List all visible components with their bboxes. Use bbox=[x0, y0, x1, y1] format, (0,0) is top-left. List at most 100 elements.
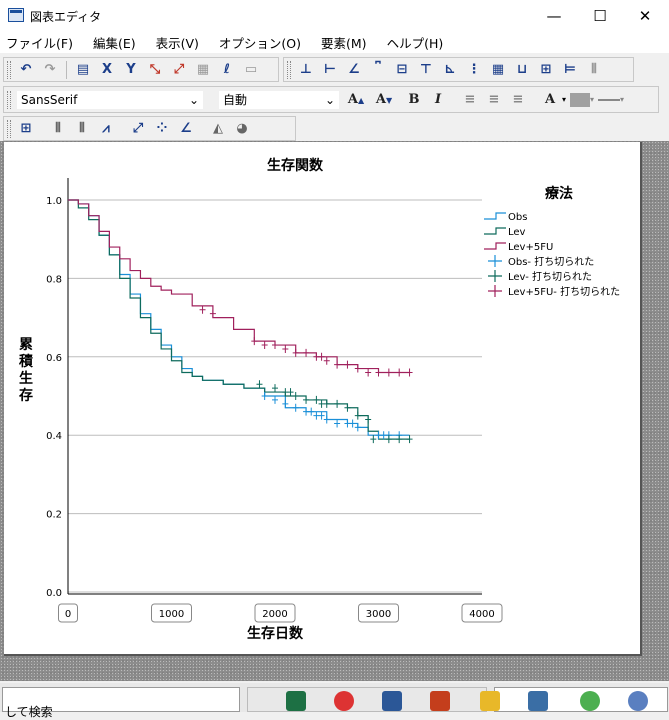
legend-censor-swatch[interactable] bbox=[488, 285, 502, 297]
select-y-axis-icon[interactable]: Y bbox=[121, 60, 141, 80]
area-chart-icon[interactable]: ◭ bbox=[208, 119, 228, 139]
properties-icon[interactable]: ▤ bbox=[73, 60, 93, 80]
curve-icon[interactable]: ∠ bbox=[176, 119, 196, 139]
align-center-icon[interactable]: ≡ bbox=[484, 90, 504, 110]
censored-mark[interactable] bbox=[303, 348, 310, 357]
bold-button[interactable]: B bbox=[404, 90, 424, 110]
grouped-bar-icon[interactable]: ⦀ bbox=[72, 119, 92, 139]
censored-mark[interactable] bbox=[323, 399, 330, 408]
font-family-select[interactable]: SansSerif ⌄ bbox=[16, 89, 204, 110]
survival-line-lev[interactable] bbox=[68, 199, 410, 440]
legend-item[interactable]: Lev+5FU bbox=[508, 242, 553, 253]
censored-mark[interactable] bbox=[385, 368, 392, 377]
menu-elements[interactable]: 要素(M) bbox=[321, 33, 367, 52]
menu-help[interactable]: ヘルプ(H) bbox=[387, 33, 444, 52]
y-tick-label[interactable]: 0.4 bbox=[46, 431, 62, 442]
censored-mark[interactable] bbox=[261, 341, 268, 350]
align-left-icon[interactable]: ≡ bbox=[460, 90, 480, 110]
title-icon[interactable]: ⎴ bbox=[368, 60, 388, 80]
x-tick-label[interactable]: 1000 bbox=[159, 609, 184, 620]
close-button[interactable]: ✕ bbox=[622, 0, 668, 31]
comment-icon[interactable]: ▭ bbox=[241, 60, 261, 80]
censored-mark[interactable] bbox=[323, 415, 330, 424]
chevron-down-icon[interactable]: ▾ bbox=[562, 95, 566, 104]
scatter-fit-icon[interactable]: ⤢ bbox=[128, 119, 148, 139]
grow-font-icon[interactable]: A ▲ bbox=[346, 90, 366, 110]
censored-mark[interactable] bbox=[354, 423, 361, 432]
text-color-button[interactable]: A bbox=[540, 90, 560, 110]
censored-mark[interactable] bbox=[292, 403, 299, 412]
toolbar-grip[interactable] bbox=[287, 60, 291, 79]
survival-chart[interactable]: 生存関数 0.0 0.2 0.4 0.6 0.8 1.0 0 1000 2000 3000 4000 生… bbox=[4, 142, 642, 656]
legend-line-swatch[interactable] bbox=[484, 212, 506, 220]
sort-icon[interactable]: ⊨ bbox=[560, 60, 580, 80]
word-icon[interactable] bbox=[382, 691, 402, 711]
y-tick-label[interactable]: 0.8 bbox=[46, 274, 62, 285]
legend-title[interactable]: 療法 bbox=[545, 185, 573, 202]
fill-color-icon[interactable] bbox=[570, 92, 591, 107]
y-axis-label[interactable]: 累積生存 bbox=[18, 337, 34, 404]
data-labels-icon[interactable]: ⊞ bbox=[536, 60, 556, 80]
line-chart-icon[interactable]: ⩘ bbox=[96, 119, 116, 139]
x-tick-label[interactable]: 2000 bbox=[262, 609, 287, 620]
censored-mark[interactable] bbox=[396, 435, 403, 444]
search-box[interactable]: して検索 bbox=[2, 687, 240, 719]
align-right-icon[interactable]: ≡ bbox=[508, 90, 528, 110]
y-tick-label[interactable]: 1.0 bbox=[46, 196, 62, 207]
survival-line-obs[interactable] bbox=[68, 199, 410, 436]
censored-mark[interactable] bbox=[292, 348, 299, 357]
censored-mark[interactable] bbox=[406, 368, 413, 377]
censored-mark[interactable] bbox=[349, 419, 356, 428]
legend-icon[interactable]: ⊔ bbox=[512, 60, 532, 80]
toolbar-grip[interactable] bbox=[7, 90, 11, 109]
censored-mark[interactable] bbox=[256, 380, 263, 389]
censored-mark[interactable] bbox=[365, 368, 372, 377]
censored-mark[interactable] bbox=[272, 341, 278, 350]
textbox-icon[interactable]: ⊤ bbox=[416, 60, 436, 80]
toolbar-grip[interactable] bbox=[7, 119, 11, 138]
transpose-icon[interactable]: ▦ bbox=[193, 60, 213, 80]
folder-icon[interactable] bbox=[480, 691, 500, 711]
censored-mark[interactable] bbox=[313, 352, 320, 361]
footnote-icon[interactable]: ⊾ bbox=[440, 60, 460, 80]
censored-mark[interactable] bbox=[323, 356, 330, 365]
censored-mark[interactable] bbox=[365, 415, 372, 424]
select-x-axis-icon[interactable]: X bbox=[97, 60, 117, 80]
font-size-select[interactable]: 自動 ⌄ bbox=[218, 89, 340, 110]
app-icon[interactable] bbox=[580, 691, 600, 711]
legend-item[interactable]: Lev- 打ち切られた bbox=[508, 270, 592, 283]
censored-mark[interactable] bbox=[375, 368, 382, 377]
censored-mark[interactable] bbox=[303, 395, 310, 404]
y-tick-label[interactable]: 0.0 bbox=[46, 588, 62, 599]
undo-icon[interactable]: ↶ bbox=[16, 60, 36, 80]
censored-mark[interactable] bbox=[334, 360, 341, 369]
chevron-down-icon[interactable]: ▾ bbox=[590, 95, 594, 104]
x-tick-label[interactable]: 4000 bbox=[469, 609, 494, 620]
gridlines-icon[interactable]: ⋮ bbox=[464, 60, 484, 80]
censored-mark[interactable] bbox=[261, 392, 268, 400]
excel-icon[interactable] bbox=[286, 691, 306, 711]
censored-mark[interactable] bbox=[282, 344, 289, 353]
censored-mark[interactable] bbox=[272, 384, 278, 393]
pie-chart-icon[interactable]: ◕ bbox=[232, 119, 252, 139]
redo-icon[interactable]: ↷ bbox=[40, 60, 60, 80]
powerpoint-icon[interactable] bbox=[430, 691, 450, 711]
data-table-icon[interactable]: ⊞ bbox=[16, 119, 36, 139]
censored-mark[interactable] bbox=[406, 435, 413, 444]
toolbar-grip[interactable] bbox=[7, 60, 11, 79]
censored-mark[interactable] bbox=[292, 392, 299, 400]
legend-item[interactable]: Obs bbox=[508, 212, 527, 223]
menu-edit[interactable]: 編集(E) bbox=[93, 33, 136, 52]
legend-item[interactable]: Obs- 打ち切られた bbox=[508, 255, 594, 268]
line-style-icon[interactable] bbox=[598, 98, 621, 101]
censored-mark[interactable] bbox=[396, 368, 403, 377]
rescale-icon[interactable]: ⤡ bbox=[145, 60, 165, 80]
censored-mark[interactable] bbox=[308, 407, 315, 416]
censored-mark[interactable] bbox=[380, 431, 387, 440]
censored-mark[interactable] bbox=[313, 395, 320, 404]
annotation-icon[interactable]: ⊟ bbox=[392, 60, 412, 80]
bars-icon[interactable]: ⦀ bbox=[584, 60, 604, 80]
censored-mark[interactable] bbox=[318, 352, 325, 361]
menu-options[interactable]: オプション(O) bbox=[219, 33, 301, 52]
censored-mark[interactable] bbox=[318, 411, 325, 420]
